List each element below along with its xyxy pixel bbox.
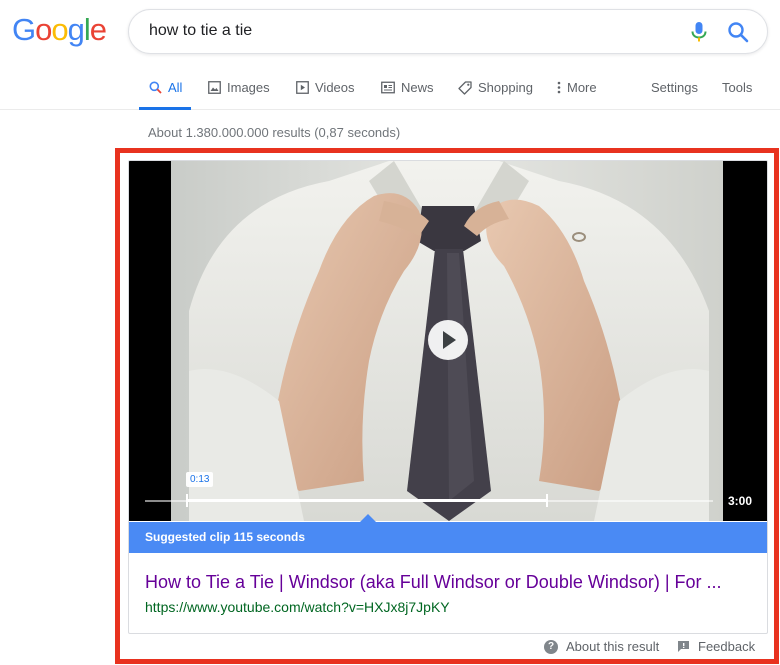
tab-label: More [567, 80, 597, 95]
search-icon[interactable] [727, 21, 749, 43]
tab-label: All [168, 80, 183, 95]
suggested-clip-bar[interactable]: Suggested clip 115 seconds [129, 514, 767, 553]
tab-label: Shopping [478, 80, 533, 95]
result-url[interactable]: https://www.youtube.com/watch?v=HXJx8j7J… [145, 599, 450, 615]
help-icon: ? [544, 639, 558, 654]
logo-letter: g [67, 12, 85, 47]
video-result-card: 0:13 3:00 Suggested clip 115 seconds How… [128, 160, 768, 634]
feedback-link[interactable]: Feedback [677, 639, 755, 654]
tab-images[interactable]: Images [208, 72, 270, 110]
clip-end-marker[interactable] [546, 494, 548, 507]
logo-letter: G [12, 12, 36, 47]
tab-shopping[interactable]: Shopping [458, 72, 533, 110]
result-stats: About 1.380.000.000 results (0,87 second… [148, 125, 401, 140]
tab-label: Images [227, 80, 270, 95]
about-this-result-link[interactable]: ? About this result [544, 639, 659, 654]
tab-label: Videos [315, 80, 355, 95]
clip-start-time: 0:13 [186, 472, 214, 487]
news-icon [381, 81, 395, 94]
logo-letter: o [35, 12, 52, 47]
tab-videos[interactable]: Videos [296, 72, 355, 110]
video-duration: 3:00 [728, 494, 753, 508]
logo-letter: o [51, 12, 68, 47]
microphone-icon[interactable] [689, 21, 709, 43]
search-input[interactable]: how to tie a tie [128, 9, 768, 54]
tab-news[interactable]: News [381, 72, 434, 110]
more-vertical-icon [557, 81, 561, 94]
search-icon [149, 81, 162, 94]
result-title-link[interactable]: How to Tie a Tie | Windsor (aka Full Win… [145, 572, 722, 593]
feedback-icon [678, 641, 689, 652]
search-query[interactable]: how to tie a tie [149, 22, 252, 40]
video-player[interactable]: 0:13 3:00 [129, 161, 767, 521]
logo-letter: e [89, 12, 107, 47]
settings-link[interactable]: Settings [651, 72, 698, 110]
featured-snippet-footer: ? About this result Feedback [128, 638, 768, 656]
tools-link[interactable]: Tools [722, 72, 752, 110]
suggested-clip-range [187, 499, 547, 502]
settings-label: Settings [651, 80, 698, 95]
play-button[interactable] [428, 320, 468, 360]
google-logo[interactable]: Google [12, 12, 107, 47]
clip-pointer [359, 514, 377, 523]
video-icon [296, 81, 309, 94]
tools-label: Tools [722, 80, 753, 95]
tab-label: News [401, 80, 434, 95]
about-label: About this result [566, 639, 660, 654]
tab-more[interactable]: More [557, 72, 597, 110]
clip-start-marker[interactable] [186, 494, 188, 507]
image-icon [208, 81, 221, 94]
play-icon [443, 331, 456, 349]
search-tabs: All Images Videos News Shopping More Set… [0, 72, 780, 110]
tag-icon [458, 81, 472, 95]
tab-all[interactable]: All [139, 72, 191, 110]
suggested-clip-label: Suggested clip 115 seconds [145, 530, 306, 544]
feedback-label: Feedback [698, 639, 756, 654]
